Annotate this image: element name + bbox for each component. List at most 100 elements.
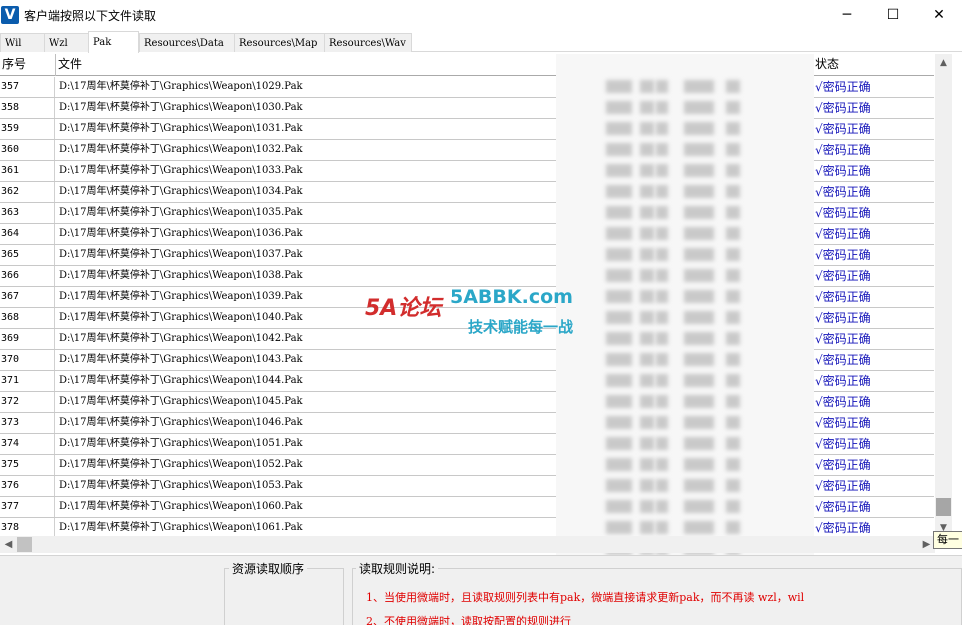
redaction-block	[656, 122, 668, 135]
column-header-status[interactable]: 状态	[813, 54, 934, 76]
row-file-path: D:\17周年\杯莫停补丁\Graphics\Weapon\1045.Pak	[56, 392, 598, 412]
column-header-file[interactable]: 文件	[56, 54, 599, 76]
vertical-scroll-thumb[interactable]	[936, 498, 951, 516]
title-bar: V 客户端按照以下文件读取 ─ ☐ ✕	[0, 0, 962, 30]
row-seq: 376	[0, 476, 55, 496]
tab-wzl[interactable]: Wzl	[44, 33, 89, 52]
row-seq: 359	[0, 119, 55, 139]
tab-resources-data[interactable]: Resources\Data	[139, 33, 235, 52]
row-status: √密码正确	[815, 353, 871, 367]
redaction-block	[640, 353, 654, 366]
redaction-block	[606, 353, 632, 366]
column-header-seq[interactable]: 序号	[0, 54, 56, 76]
row-status: √密码正确	[815, 185, 871, 199]
redaction-block	[656, 479, 668, 492]
row-file-path: D:\17周年\杯莫停补丁\Graphics\Weapon\1061.Pak	[56, 518, 598, 536]
row-seq: 366	[0, 266, 55, 286]
redaction-block	[640, 101, 654, 114]
redaction-block	[684, 164, 714, 177]
row-file-path: D:\17周年\杯莫停补丁\Graphics\Weapon\1046.Pak	[56, 413, 598, 433]
redaction-block	[606, 374, 632, 387]
redaction-block	[656, 437, 668, 450]
row-seq: 358	[0, 98, 55, 118]
row-status: √密码正确	[815, 437, 871, 451]
redaction-block	[726, 458, 740, 471]
redaction-block	[606, 227, 632, 240]
redaction-block	[726, 479, 740, 492]
row-seq: 361	[0, 161, 55, 181]
redaction-block	[640, 269, 654, 282]
scroll-up-arrow-icon[interactable]: ▲	[935, 54, 952, 71]
redaction-block	[606, 143, 632, 156]
row-file-path: D:\17周年\杯莫停补丁\Graphics\Weapon\1037.Pak	[56, 245, 598, 265]
window-title: 客户端按照以下文件读取	[24, 8, 157, 23]
redaction-block	[640, 164, 654, 177]
row-status: √密码正确	[815, 164, 871, 178]
tab-resources-map[interactable]: Resources\Map	[234, 33, 325, 52]
row-file-path: D:\17周年\杯莫停补丁\Graphics\Weapon\1034.Pak	[56, 182, 598, 202]
redaction-block	[606, 248, 632, 261]
row-status: √密码正确	[815, 143, 871, 157]
redaction-block	[684, 122, 714, 135]
watermark: 5A论坛 5ABBK.com 技术赋能每一战	[360, 276, 610, 346]
redaction-block	[606, 500, 632, 513]
redaction-block	[726, 437, 740, 450]
row-file-path: D:\17周年\杯莫停补丁\Graphics\Weapon\1035.Pak	[56, 203, 598, 223]
redaction-block	[606, 437, 632, 450]
redaction-block	[656, 416, 668, 429]
rule-2: 2、不使用微端时，读取按配置的规则进行	[366, 615, 571, 625]
redaction-block	[684, 479, 714, 492]
row-file-path: D:\17周年\杯莫停补丁\Graphics\Weapon\1036.Pak	[56, 224, 598, 244]
horizontal-scroll-thumb[interactable]	[17, 537, 32, 552]
row-status: √密码正确	[815, 479, 871, 493]
row-file-path: D:\17周年\杯莫停补丁\Graphics\Weapon\1044.Pak	[56, 371, 598, 391]
row-seq: 367	[0, 287, 55, 307]
redaction-block	[656, 269, 668, 282]
minimize-button[interactable]: ─	[824, 0, 870, 30]
tab-wil[interactable]: Wil	[0, 33, 45, 52]
redaction-block	[640, 416, 654, 429]
load-order-title: 资源读取顺序	[229, 560, 308, 577]
redaction-block	[606, 185, 632, 198]
redaction-block	[640, 143, 654, 156]
redaction-block	[656, 143, 668, 156]
watermark-site: 5ABBK.com	[450, 286, 573, 308]
redaction-block	[640, 500, 654, 513]
redaction-block	[656, 290, 668, 303]
row-status: √密码正确	[815, 458, 871, 472]
redaction-block	[726, 332, 740, 345]
redaction-block	[684, 374, 714, 387]
row-status: √密码正确	[815, 521, 871, 535]
close-button[interactable]: ✕	[916, 0, 962, 30]
rules-title: 读取规则说明:	[356, 560, 439, 577]
redaction-block	[656, 101, 668, 114]
row-file-path: D:\17周年\杯莫停补丁\Graphics\Weapon\1030.Pak	[56, 98, 598, 118]
maximize-button[interactable]: ☐	[870, 0, 916, 30]
redaction-block	[684, 101, 714, 114]
redaction-block	[726, 269, 740, 282]
redaction-block	[684, 311, 714, 324]
tab-resources-wav[interactable]: Resources\Wav	[324, 33, 412, 52]
redaction-block	[726, 80, 740, 93]
scroll-left-arrow-icon[interactable]: ◀	[0, 536, 17, 553]
row-file-path: D:\17周年\杯莫停补丁\Graphics\Weapon\1032.Pak	[56, 140, 598, 160]
redaction-block	[640, 248, 654, 261]
horizontal-scrollbar[interactable]: ◀ ▶	[0, 536, 935, 553]
row-file-path: D:\17周年\杯莫停补丁\Graphics\Weapon\1029.Pak	[56, 77, 598, 97]
redaction-block	[726, 374, 740, 387]
row-seq: 371	[0, 371, 55, 391]
redaction-block	[640, 332, 654, 345]
redaction-block	[656, 185, 668, 198]
row-seq: 373	[0, 413, 55, 433]
row-status: √密码正确	[815, 311, 871, 325]
redaction-block	[606, 479, 632, 492]
redaction-block	[726, 500, 740, 513]
row-status: √密码正确	[815, 290, 871, 304]
vertical-scrollbar[interactable]: ▲ ▼	[935, 54, 952, 536]
tab-pak[interactable]: Pak	[88, 31, 139, 53]
redaction-block	[684, 395, 714, 408]
redaction-block	[606, 458, 632, 471]
redaction-block	[684, 458, 714, 471]
redaction-block	[684, 143, 714, 156]
redaction-block	[606, 395, 632, 408]
